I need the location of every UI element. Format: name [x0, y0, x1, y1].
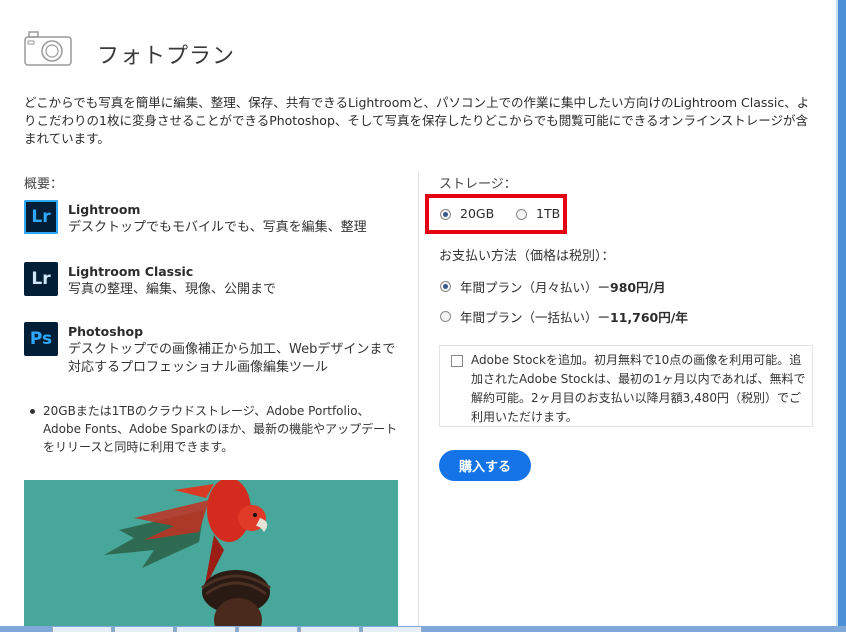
- taskbar-button[interactable]: [238, 627, 298, 632]
- taskbar-button[interactable]: [176, 627, 236, 632]
- app-desc: デスクトップでもモバイルでも、写真を編集、整理: [68, 220, 367, 235]
- taskbar: [0, 626, 846, 632]
- storage-1tb-radio[interactable]: [516, 209, 527, 220]
- adobe-stock-option: Adobe Stockを追加。初月無料で10点の画像を利用可能。追加されたAdo…: [439, 345, 813, 427]
- taskbar-button[interactable]: [52, 627, 112, 632]
- lightroom-classic-icon: Lr: [24, 262, 58, 296]
- taskbar-button[interactable]: [362, 627, 422, 632]
- payment-label: お支払い方法（価格は税別）：: [439, 249, 615, 264]
- payment-annual-text: 年間プラン（一括払い）ー: [460, 310, 611, 325]
- app-name: Lightroom: [68, 202, 141, 217]
- storage-label: ストレージ：: [439, 177, 517, 192]
- storage-20gb-radio[interactable]: [440, 209, 451, 220]
- payment-monthly-price: 980円/月: [610, 280, 666, 295]
- payment-monthly-radio[interactable]: [440, 281, 451, 292]
- app-lightroom: Lr Lightroom デスクトップでもモバイルでも、写真を編集、整理: [24, 200, 394, 246]
- features-bullet: 20GBまたは1TBのクラウドストレージ、Adobe Portfolio、Ado…: [30, 402, 405, 456]
- adobe-stock-checkbox[interactable]: [451, 355, 463, 367]
- storage-1tb-label[interactable]: 1TB: [536, 206, 560, 221]
- app-lightroom-classic: Lr Lightroom Classic 写真の整理、編集、現像、公開まで: [24, 262, 394, 308]
- app-desc: デスクトップでの画像補正から加工、Webデザインまで対応するプロフェッショナル画…: [68, 342, 396, 375]
- app-desc: 写真の整理、編集、現像、公開まで: [68, 282, 277, 297]
- overview-label: 概要：: [24, 177, 64, 192]
- payment-annual-radio[interactable]: [440, 311, 451, 322]
- app-photoshop: Ps Photoshop デスクトップでの画像補正から加工、Webデザインまで対…: [24, 322, 395, 382]
- payment-annual-price: 11,760円/年: [610, 310, 688, 325]
- payment-monthly-text: 年間プラン（月々払い）ー: [460, 280, 611, 295]
- payment-monthly-label[interactable]: 年間プラン（月々払い）ー980円/月: [460, 277, 666, 296]
- storage-20gb-label[interactable]: 20GB: [460, 206, 494, 221]
- column-divider: [418, 172, 419, 626]
- intro-text: どこからでも写真を簡単に編集、整理、保存、共有できるLightroomと、パソコ…: [24, 95, 810, 146]
- buy-button[interactable]: 購入する: [439, 450, 531, 481]
- adobe-stock-text: Adobe Stockを追加。初月無料で10点の画像を利用可能。追加されたAdo…: [471, 353, 806, 424]
- page-title: フォトプラン: [97, 44, 236, 69]
- camera-icon: [24, 31, 72, 66]
- lightroom-icon: Lr: [24, 200, 58, 234]
- window-border: [838, 0, 846, 632]
- parrot-portrait-illustration: [24, 480, 398, 626]
- payment-annual-label[interactable]: 年間プラン（一括払い）ー11,760円/年: [460, 307, 688, 326]
- taskbar-button[interactable]: [300, 627, 360, 632]
- photoshop-icon: Ps: [24, 322, 58, 356]
- app-name: Photoshop: [68, 324, 144, 339]
- promo-photo: [24, 480, 398, 626]
- taskbar-button[interactable]: [114, 627, 174, 632]
- app-name: Lightroom Classic: [68, 264, 194, 279]
